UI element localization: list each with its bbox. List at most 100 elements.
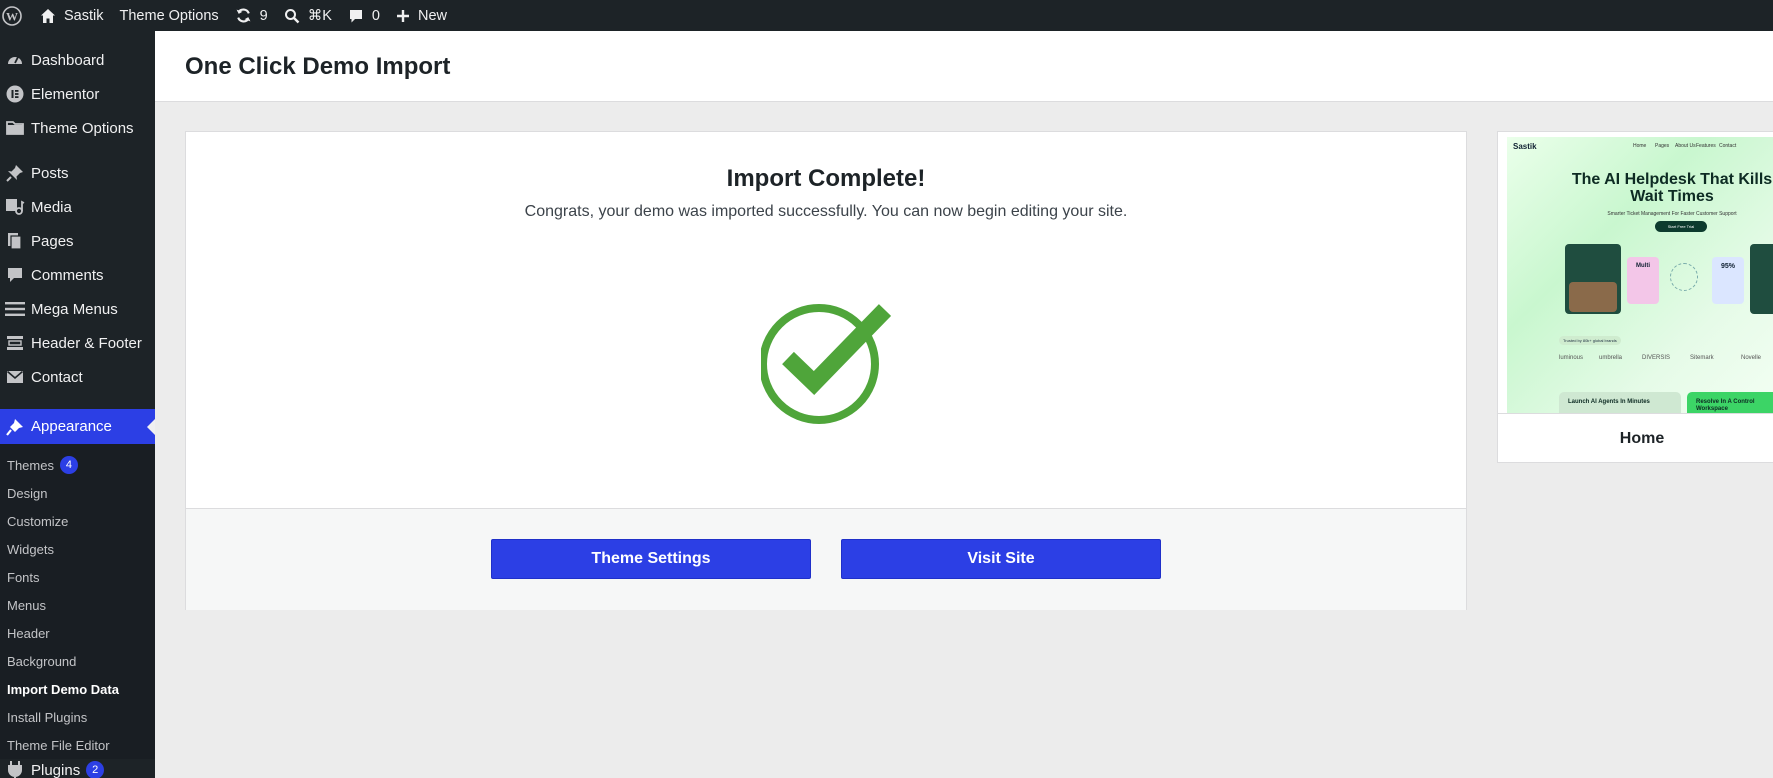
search-shortcut: ⌘K	[307, 7, 332, 24]
submenu-install-plugins[interactable]: Install Plugins	[0, 703, 155, 731]
menu-pages[interactable]: Pages	[0, 224, 155, 258]
media-icon	[5, 197, 25, 217]
submenu-label: Header	[7, 625, 50, 641]
menu-label: Mega Menus	[31, 300, 118, 318]
submenu-background[interactable]: Background	[0, 647, 155, 675]
themes-count-badge: 4	[59, 456, 78, 474]
plugins-count-badge: 2	[86, 761, 105, 778]
preview-cta: Start Free Trial	[1655, 221, 1707, 232]
admin-sidebar: Dashboard Elementor Theme Options Posts …	[0, 31, 155, 778]
preview-logo: Sastik	[1513, 142, 1537, 151]
menu-label: Header & Footer	[31, 334, 142, 352]
menu-label: Theme Options	[31, 119, 134, 137]
menu-posts[interactable]: Posts	[0, 156, 155, 190]
submenu-fonts[interactable]: Fonts	[0, 563, 155, 591]
menu-dashboard[interactable]: Dashboard	[0, 43, 155, 77]
new-label: New	[417, 7, 447, 24]
submenu-design[interactable]: Design	[0, 479, 155, 507]
menu-comments[interactable]: Comments	[0, 258, 155, 292]
submenu-label: Customize	[7, 513, 69, 529]
brush-icon	[5, 417, 25, 437]
submenu-widgets[interactable]: Widgets	[0, 535, 155, 563]
submenu-label: Widgets	[7, 541, 54, 557]
demo-preview-card[interactable]: Sastik Home Pages About Us Features Cont…	[1497, 131, 1773, 463]
submenu-themes[interactable]: Themes 4	[0, 451, 155, 479]
menu-plugins[interactable]: Plugins 2	[0, 759, 155, 778]
menu-appearance[interactable]: Appearance	[0, 409, 155, 444]
menu-icon	[5, 299, 25, 319]
menu-contact[interactable]: Contact	[0, 360, 155, 394]
plugin-icon	[5, 759, 25, 778]
preview-headline: The AI Helpdesk That Kills Wait Times	[1571, 171, 1773, 205]
submenu-customize[interactable]: Customize	[0, 507, 155, 535]
theme-options-link[interactable]: Theme Options	[112, 0, 227, 31]
theme-settings-button[interactable]: Theme Settings	[491, 539, 811, 579]
header-footer-icon	[5, 333, 25, 353]
panel-heading: Import Complete!	[726, 165, 926, 192]
menu-media[interactable]: Media	[0, 190, 155, 224]
panel-actions: Theme Settings Visit Site	[186, 508, 1466, 610]
panel-description: Congrats, your demo was imported success…	[524, 203, 1128, 220]
menu-theme-options[interactable]: Theme Options	[0, 111, 155, 145]
preview-name: Home	[1498, 413, 1773, 462]
preview-card-pink: Multi	[1627, 257, 1659, 304]
wordpress-icon: W	[2, 5, 22, 26]
preview-nav-item: Pages	[1655, 143, 1670, 149]
menu-label: Elementor	[31, 85, 100, 103]
submenu-theme-file-editor[interactable]: Theme File Editor	[0, 731, 155, 759]
appearance-submenu: Themes 4 Design Customize Widgets Fonts …	[0, 444, 155, 759]
demo-preview-image: Sastik Home Pages About Us Features Cont…	[1507, 137, 1773, 413]
menu-elementor[interactable]: Elementor	[0, 77, 155, 111]
menu-header-footer[interactable]: Header & Footer	[0, 326, 155, 360]
visit-site-button[interactable]: Visit Site	[841, 539, 1161, 579]
submenu-label: Theme File Editor	[7, 737, 110, 753]
menu-separator	[0, 145, 155, 156]
menu-label: Media	[31, 198, 72, 216]
submenu-import-demo-data[interactable]: Import Demo Data	[0, 675, 155, 703]
preview-feature-card-green: Resolve In A Control Workspace	[1687, 392, 1773, 413]
preview-trust-label: Trusted by 80k+ global brands	[1559, 336, 1621, 345]
updates-link[interactable]: 9	[227, 0, 276, 31]
plus-icon	[396, 9, 410, 23]
submenu-label: Fonts	[7, 569, 40, 585]
submenu-menus[interactable]: Menus	[0, 591, 155, 619]
comments-link[interactable]: 0	[340, 0, 388, 31]
home-icon	[40, 8, 56, 24]
panel-content: Import Complete! Congrats, your demo was…	[186, 132, 1466, 508]
preview-brand: Sitemark	[1690, 355, 1714, 361]
admin-bar: W Sastik Theme Options 9 ⌘K 0 New	[0, 0, 1773, 31]
mail-icon	[5, 367, 25, 387]
new-content-link[interactable]: New	[388, 0, 455, 31]
submenu-label: Design	[7, 485, 48, 501]
menu-label: Contact	[31, 368, 83, 386]
menu-separator	[0, 394, 155, 405]
submenu-label: Background	[7, 653, 77, 669]
preview-card-blue: 95%	[1712, 257, 1744, 304]
folder-icon	[5, 118, 25, 138]
preview-photo	[1569, 282, 1617, 312]
wordpress-logo-menu[interactable]: W	[0, 0, 32, 31]
preview-brand: DIVERSIS	[1642, 355, 1671, 361]
preview-nav-item: Features	[1696, 143, 1716, 149]
preview-brand: umbrella	[1599, 355, 1623, 361]
submenu-header[interactable]: Header	[0, 619, 155, 647]
menu-label: Appearance	[31, 418, 112, 435]
preview-feature-card: Launch AI Agents In Minutes	[1559, 392, 1681, 413]
menu-label: Plugins	[31, 762, 81, 778]
submenu-label: Themes	[7, 457, 54, 473]
elementor-icon	[5, 84, 25, 104]
preview-nav-item: About Us	[1675, 143, 1696, 149]
preview-nav-item: Contact	[1719, 143, 1737, 149]
comment-icon	[348, 8, 364, 24]
success-check-icon	[759, 296, 892, 426]
preview-circle-badge	[1670, 263, 1698, 291]
submenu-label: Install Plugins	[7, 709, 88, 725]
pages-icon	[5, 231, 25, 251]
preview-card-dark-right	[1750, 244, 1773, 314]
refresh-icon	[235, 7, 252, 24]
pin-icon	[5, 163, 25, 183]
site-name-link[interactable]: Sastik	[32, 0, 112, 31]
menu-label: Dashboard	[31, 51, 105, 69]
search-link[interactable]: ⌘K	[276, 0, 340, 31]
menu-mega-menus[interactable]: Mega Menus	[0, 292, 155, 326]
